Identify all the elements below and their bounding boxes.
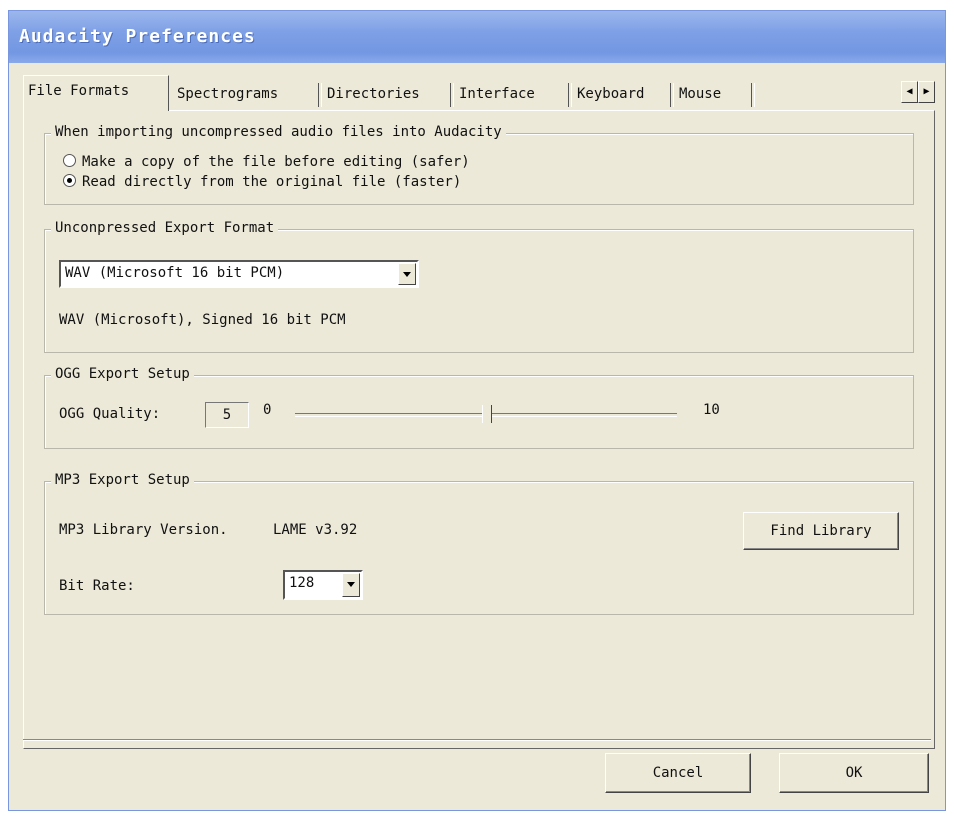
tab-spectrograms[interactable]: Spectrograms — [173, 79, 282, 109]
footer-divider — [23, 739, 931, 741]
chevron-down-icon[interactable] — [398, 263, 416, 285]
tab-separator — [450, 83, 454, 107]
window-title: Audacity Preferences — [9, 11, 945, 63]
radio-read-directly-label: Read directly from the original file (fa… — [82, 174, 462, 190]
ogg-group: OGG Export Setup OGG Quality: 5 0 10 — [44, 366, 914, 449]
arrow-left-icon[interactable]: ◀ — [901, 81, 918, 103]
radio-copy-file[interactable]: Make a copy of the file before editing (… — [63, 154, 470, 170]
export-format-value: WAV (Microsoft 16 bit PCM) — [65, 265, 285, 281]
file-formats-panel: When importing uncompressed audio files … — [23, 110, 935, 749]
arrow-right-icon[interactable]: ▶ — [918, 81, 935, 103]
bit-rate-select[interactable]: 128 — [283, 570, 363, 600]
ogg-slider-max-label: 10 — [703, 402, 720, 418]
ogg-slider-min-label: 0 — [263, 402, 272, 418]
export-format-group: Unconpressed Export Format WAV (Microsof… — [44, 220, 914, 353]
tab-file-formats[interactable]: File Formats — [23, 75, 169, 111]
tab-keyboard[interactable]: Keyboard — [573, 79, 648, 109]
tab-separator — [568, 83, 572, 107]
tab-separator — [751, 83, 755, 107]
bit-rate-label: Bit Rate: — [59, 578, 135, 594]
cancel-button[interactable]: Cancel — [605, 753, 751, 793]
tab-strip: File Formats Spectrograms Directories In… — [23, 75, 935, 111]
import-group: When importing uncompressed audio files … — [44, 124, 914, 205]
tab-mouse[interactable]: Mouse — [675, 79, 725, 109]
mp3-library-version-value: LAME v3.92 — [273, 522, 358, 538]
find-library-button[interactable]: Find Library — [743, 512, 899, 550]
mp3-group-legend: MP3 Export Setup — [51, 472, 194, 488]
export-format-select[interactable]: WAV (Microsoft 16 bit PCM) — [59, 260, 419, 288]
radio-button-checked-icon[interactable] — [63, 174, 76, 187]
export-format-legend: Unconpressed Export Format — [51, 220, 279, 236]
bit-rate-value: 128 — [289, 575, 315, 591]
ok-button[interactable]: OK — [779, 753, 929, 793]
tab-separator — [318, 83, 322, 107]
preferences-window: Audacity Preferences File Formats Spectr… — [8, 10, 946, 811]
chevron-down-icon[interactable] — [342, 573, 360, 597]
tab-separator — [670, 83, 674, 107]
radio-read-directly[interactable]: Read directly from the original file (fa… — [63, 174, 461, 190]
export-format-description: WAV (Microsoft), Signed 16 bit PCM — [59, 312, 346, 328]
radio-button-icon[interactable] — [63, 154, 76, 167]
ogg-group-legend: OGG Export Setup — [51, 366, 194, 382]
tab-interface[interactable]: Interface — [455, 79, 539, 109]
ogg-quality-slider-thumb[interactable] — [482, 405, 492, 423]
mp3-group: MP3 Export Setup MP3 Library Version. LA… — [44, 472, 914, 615]
ogg-quality-label: OGG Quality: — [59, 406, 161, 422]
radio-copy-file-label: Make a copy of the file before editing (… — [82, 154, 470, 170]
ogg-quality-field[interactable]: 5 — [205, 402, 249, 428]
tab-scroll-buttons: ◀ ▶ — [901, 81, 935, 103]
import-group-legend: When importing uncompressed audio files … — [51, 124, 506, 140]
tab-directories[interactable]: Directories — [323, 79, 424, 109]
mp3-library-version-label: MP3 Library Version. — [59, 522, 228, 538]
